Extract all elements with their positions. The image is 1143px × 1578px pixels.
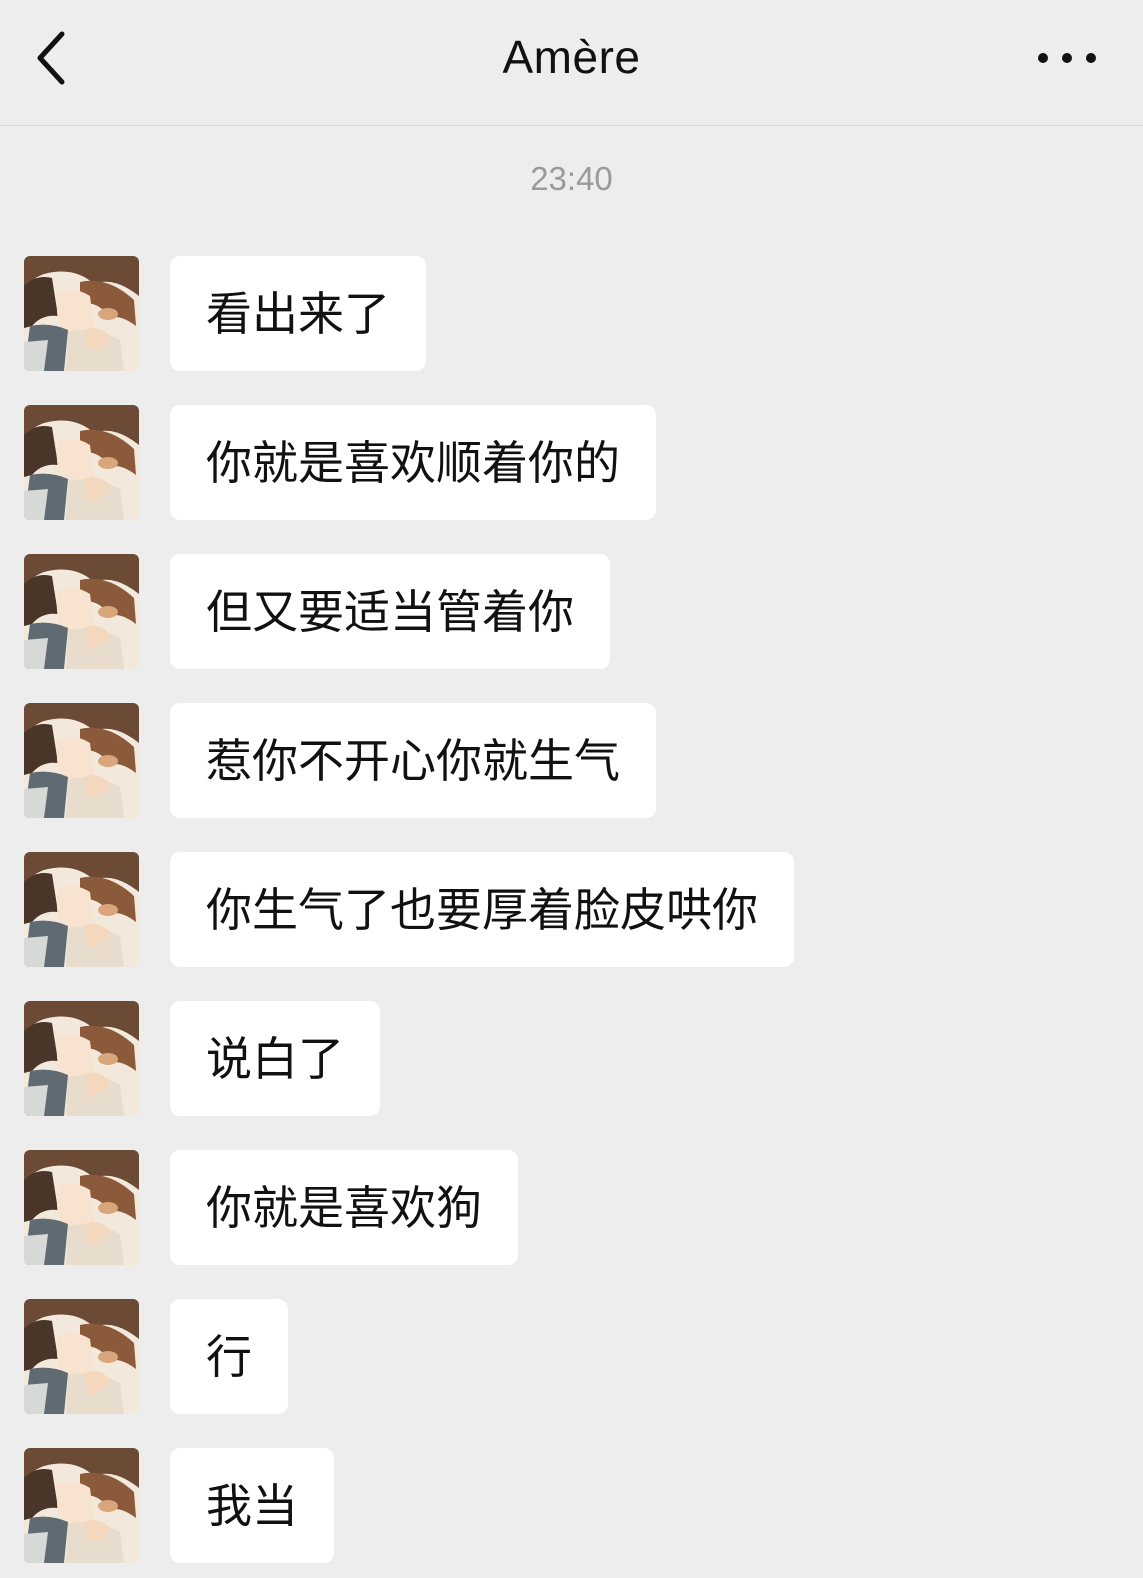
avatar-image: [24, 852, 139, 967]
more-horizontal-icon: [1038, 53, 1096, 63]
message-bubble[interactable]: 我当: [170, 1448, 334, 1563]
message-text: 但又要适当管着你: [206, 584, 574, 639]
avatar-image: [24, 1299, 139, 1414]
message-bubble[interactable]: 看出来了: [170, 256, 426, 371]
avatar[interactable]: [24, 852, 139, 967]
avatar-image: [24, 1150, 139, 1265]
avatar[interactable]: [24, 256, 139, 371]
avatar[interactable]: [24, 1299, 139, 1414]
avatar-image: [24, 1448, 139, 1563]
chat-header: Amère: [0, 0, 1143, 126]
more-button[interactable]: [1031, 38, 1103, 78]
avatar[interactable]: [24, 1150, 139, 1265]
message-bubble[interactable]: 说白了: [170, 1001, 380, 1116]
message-bubble[interactable]: 但又要适当管着你: [170, 554, 610, 669]
message-bubble[interactable]: 你就是喜欢狗: [170, 1150, 518, 1265]
avatar-image: [24, 256, 139, 371]
message-bubble[interactable]: 行: [170, 1299, 288, 1414]
message-bubble[interactable]: 惹你不开心你就生气: [170, 703, 656, 818]
message-text: 你就是喜欢顺着你的: [206, 435, 620, 490]
message-timestamp: 23:40: [530, 160, 613, 197]
avatar-image: [24, 554, 139, 669]
message-row: 行: [0, 1299, 1143, 1414]
message-row: 惹你不开心你就生气: [0, 703, 1143, 818]
message-row: 我当: [0, 1448, 1143, 1563]
message-row: 说白了: [0, 1001, 1143, 1116]
avatar-image: [24, 405, 139, 520]
message-text: 行: [206, 1329, 252, 1384]
message-text: 我当: [206, 1478, 298, 1533]
chat-title: Amère: [502, 31, 641, 83]
avatar[interactable]: [24, 554, 139, 669]
message-row: 你就是喜欢顺着你的: [0, 405, 1143, 520]
message-row: 你就是喜欢狗: [0, 1150, 1143, 1265]
chat-screen: Amère 23:40 看出来了 你就是喜欢顺着你的 但又要适当管着你 惹你不开…: [0, 0, 1143, 1578]
message-text: 惹你不开心你就生气: [206, 733, 620, 788]
message-bubble[interactable]: 你生气了也要厚着脸皮哄你: [170, 852, 794, 967]
message-list: 看出来了 你就是喜欢顺着你的 但又要适当管着你 惹你不开心你就生气 你生气了也要…: [0, 256, 1143, 1578]
message-text: 说白了: [206, 1031, 344, 1086]
avatar[interactable]: [24, 1001, 139, 1116]
avatar-image: [24, 1001, 139, 1116]
message-row: 你生气了也要厚着脸皮哄你: [0, 852, 1143, 967]
message-text: 你生气了也要厚着脸皮哄你: [206, 882, 758, 937]
avatar[interactable]: [24, 1448, 139, 1563]
avatar[interactable]: [24, 703, 139, 818]
avatar[interactable]: [24, 405, 139, 520]
message-text: 你就是喜欢狗: [206, 1180, 482, 1235]
message-text: 看出来了: [206, 286, 390, 341]
message-row: 但又要适当管着你: [0, 554, 1143, 669]
message-row: 看出来了: [0, 256, 1143, 371]
avatar-image: [24, 703, 139, 818]
message-bubble[interactable]: 你就是喜欢顺着你的: [170, 405, 656, 520]
